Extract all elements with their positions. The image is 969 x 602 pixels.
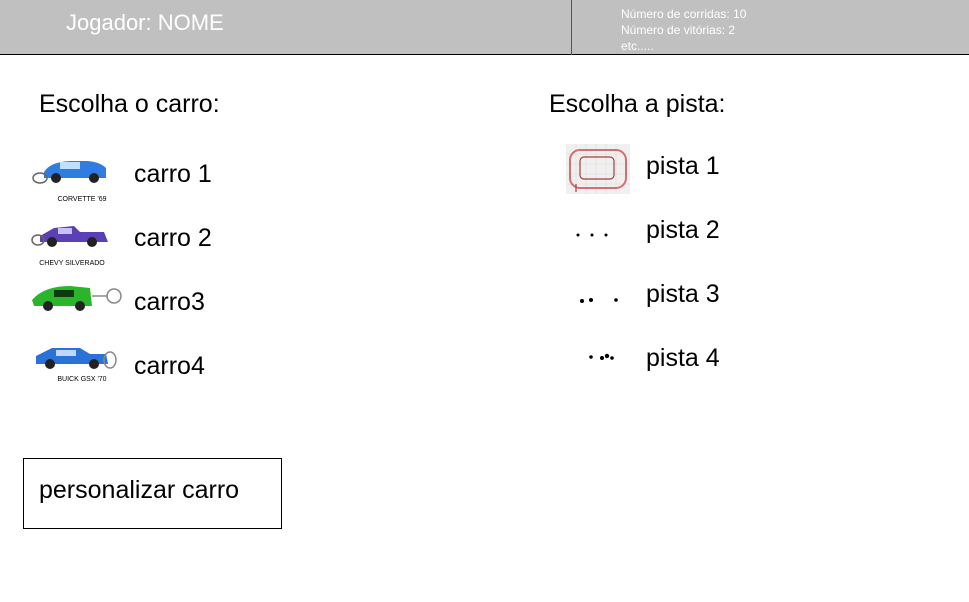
car-2-label: carro 2 (134, 224, 212, 252)
car-4-image: BUICK GSX '70 (36, 348, 117, 383)
car-option-1[interactable]: CORVETTE '69 carro 1 (30, 150, 230, 210)
car-option-3[interactable]: carro3 (30, 278, 230, 338)
stat-races: Número de corridas: 10 (621, 7, 747, 21)
car-1-image: CORVETTE '69 (32, 161, 107, 203)
car-1-label: carro 1 (134, 160, 212, 188)
track-option-3[interactable]: pista 3 (566, 270, 766, 330)
track-option-4[interactable]: pista 4 (566, 334, 766, 394)
car-1-caption: CORVETTE '69 (57, 196, 106, 203)
stat-wins: Número de vitórias: 2 (621, 23, 736, 37)
header-bar: Jogador: NOME Número de corridas: 10 Núm… (0, 0, 969, 55)
car-heading: Escolha o carro: (39, 90, 220, 118)
track-option-2[interactable]: pista 2 (566, 206, 766, 266)
car-option-4[interactable]: BUICK GSX '70 carro4 (30, 342, 230, 402)
car-4-caption: BUICK GSX '70 (57, 376, 106, 383)
track-3-icon (580, 298, 618, 303)
car-2-caption: CHEVY SILVERADO (39, 260, 105, 267)
track-heading: Escolha a pista: (549, 90, 726, 118)
player-stats: Número de corridas: 10 Número de vitória… (621, 6, 746, 54)
track-3-label: pista 3 (646, 280, 720, 308)
customize-car-button[interactable]: personalizar carro (23, 458, 282, 529)
header-divider (571, 0, 572, 55)
track-option-1[interactable]: pista 1 (566, 142, 766, 202)
player-name: Jogador: NOME (66, 10, 224, 35)
stat-more: etc..... (621, 39, 654, 53)
car-4-label: carro4 (134, 352, 205, 380)
track-1-label: pista 1 (646, 152, 720, 180)
car-option-2[interactable]: CHEVY SILVERADO carro 2 (30, 214, 230, 274)
track-2-label: pista 2 (646, 216, 720, 244)
car-2-image: CHEVY SILVERADO (31, 226, 108, 267)
car-3-label: carro3 (134, 288, 205, 316)
track-4-label: pista 4 (646, 344, 720, 372)
track-4-icon (589, 353, 614, 360)
customize-car-label: personalizar carro (39, 476, 240, 504)
track-1-icon (566, 144, 630, 194)
track-2-icon (576, 233, 608, 237)
car-3-image (32, 286, 122, 311)
